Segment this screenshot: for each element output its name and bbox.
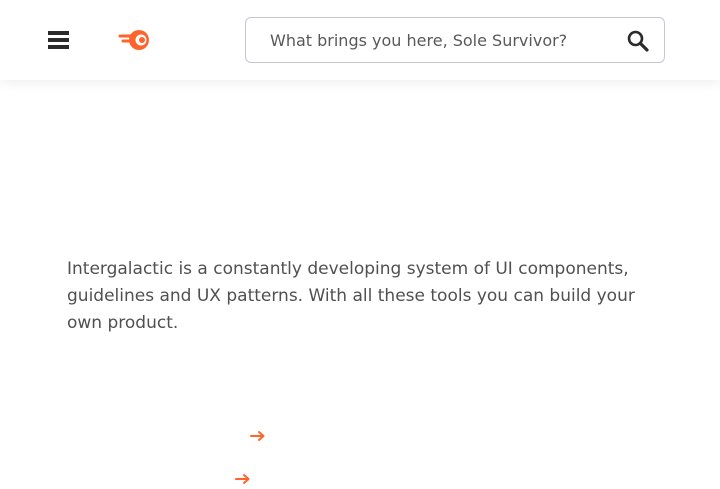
search-box [245, 17, 665, 63]
arrow-right-icon[interactable] [235, 470, 251, 484]
top-header [0, 0, 720, 80]
search-icon[interactable] [626, 29, 650, 53]
intro-text: Intergalactic is a constantly developing… [67, 259, 635, 333]
hamburger-menu-icon[interactable] [48, 31, 70, 49]
fire-logo-icon[interactable] [118, 28, 152, 52]
search-input[interactable] [246, 18, 616, 62]
arrow-right-icon[interactable] [250, 427, 266, 441]
